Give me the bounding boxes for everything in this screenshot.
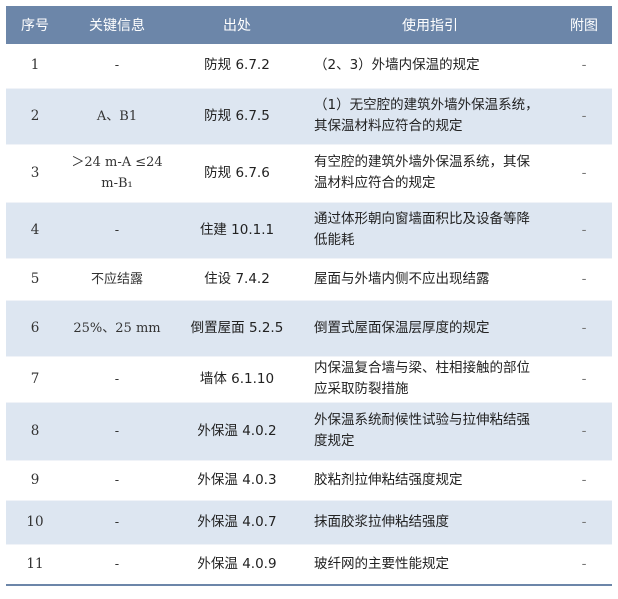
cell-key-info: 不应结露	[64, 258, 170, 300]
header-source: 出处	[170, 6, 304, 44]
cell-usage: （2、3）外墙内保温的规定	[304, 44, 556, 88]
cell-key-info: -	[64, 460, 170, 500]
cell-key-info: 25%、25 mm	[64, 300, 170, 356]
table-row: 3 ＞24 m-A ≤24 m-B₁ 防规 6.7.6 有空腔的建筑外墙外保温系统，其…	[6, 144, 612, 202]
cell-source: 倒置屋面 5.2.5	[170, 300, 304, 356]
cell-figure: -	[556, 356, 612, 402]
cell-index: 2	[6, 88, 64, 144]
cell-key-info: -	[64, 402, 170, 460]
cell-key-info: -	[64, 44, 170, 88]
cell-source: 墙体 6.1.10	[170, 356, 304, 402]
header-figure: 附图	[556, 6, 612, 44]
header-usage: 使用指引	[304, 6, 556, 44]
cell-usage: 外保温系统耐候性试验与拉伸粘结强度规定	[304, 402, 556, 460]
cell-source: 防规 6.7.2	[170, 44, 304, 88]
cell-source: 住建 10.1.1	[170, 202, 304, 258]
cell-key-info: -	[64, 544, 170, 585]
table-row: 6 25%、25 mm 倒置屋面 5.2.5 倒置式屋面保温层厚度的规定 -	[6, 300, 612, 356]
cell-key-info: -	[64, 202, 170, 258]
cell-figure: -	[556, 402, 612, 460]
cell-usage: 胶粘剂拉伸粘结强度规定	[304, 460, 556, 500]
cell-usage: 有空腔的建筑外墙外保温系统，其保温材料应符合的规定	[304, 144, 556, 202]
cell-key-info: -	[64, 500, 170, 544]
cell-source: 住设 7.4.2	[170, 258, 304, 300]
cell-index: 7	[6, 356, 64, 402]
cell-usage: 屋面与外墙内侧不应出现结露	[304, 258, 556, 300]
cell-index: 11	[6, 544, 64, 585]
cell-key-info: A、B1	[64, 88, 170, 144]
cell-usage: （1）无空腔的建筑外墙外保温系统，其保温材料应符合的规定	[304, 88, 556, 144]
cell-source: 外保温 4.0.3	[170, 460, 304, 500]
cell-index: 3	[6, 144, 64, 202]
table-row: 8- 外保温 4.0.2 外保温系统耐候性试验与拉伸粘结强度规定 -	[6, 402, 612, 460]
cell-usage: 抹面胶浆拉伸粘结强度	[304, 500, 556, 544]
cell-source: 外保温 4.0.7	[170, 500, 304, 544]
standards-table: 序号 关键信息 出处 使用指引 附图 1- 防规 6.7.2 （2、3）外墙内保温的…	[6, 6, 612, 586]
cell-index: 10	[6, 500, 64, 544]
cell-figure: -	[556, 500, 612, 544]
cell-key-info: ＞24 m-A ≤24 m-B₁	[64, 144, 170, 202]
cell-index: 5	[6, 258, 64, 300]
table-row: 10- 外保温 4.0.7 抹面胶浆拉伸粘结强度 -	[6, 500, 612, 544]
cell-source: 防规 6.7.5	[170, 88, 304, 144]
header-key-info: 关键信息	[64, 6, 170, 44]
header-index: 序号	[6, 6, 64, 44]
table-row: 4- 住建 10.1.1 通过体形朝向窗墙面积比及设备等降低能耗 -	[6, 202, 612, 258]
table-container: 序号 关键信息 出处 使用指引 附图 1- 防规 6.7.2 （2、3）外墙内保温的…	[6, 6, 612, 586]
table-body: 1- 防规 6.7.2 （2、3）外墙内保温的规定 - 2 A、B1 防规 6.7.5 （1…	[6, 44, 612, 585]
cell-figure: -	[556, 88, 612, 144]
cell-index: 4	[6, 202, 64, 258]
cell-source: 防规 6.7.6	[170, 144, 304, 202]
cell-figure: -	[556, 202, 612, 258]
cell-index: 6	[6, 300, 64, 356]
cell-key-info: -	[64, 356, 170, 402]
cell-source: 外保温 4.0.2	[170, 402, 304, 460]
cell-figure: -	[556, 544, 612, 585]
cell-index: 1	[6, 44, 64, 88]
header-row: 序号 关键信息 出处 使用指引 附图	[6, 6, 612, 44]
cell-figure: -	[556, 300, 612, 356]
cell-figure: -	[556, 44, 612, 88]
cell-index: 8	[6, 402, 64, 460]
table-row: 1- 防规 6.7.2 （2、3）外墙内保温的规定 -	[6, 44, 612, 88]
cell-usage: 通过体形朝向窗墙面积比及设备等降低能耗	[304, 202, 556, 258]
table-row: 11- 外保温 4.0.9 玻纤网的主要性能规定 -	[6, 544, 612, 585]
cell-usage: 玻纤网的主要性能规定	[304, 544, 556, 585]
table-row: 2 A、B1 防规 6.7.5 （1）无空腔的建筑外墙外保温系统，其保温材料应符合的规…	[6, 88, 612, 144]
cell-source: 外保温 4.0.9	[170, 544, 304, 585]
cell-figure: -	[556, 258, 612, 300]
cell-usage: 内保温复合墙与梁、柱相接触的部位应采取防裂措施	[304, 356, 556, 402]
table-row: 5 不应结露 住设 7.4.2 屋面与外墙内侧不应出现结露 -	[6, 258, 612, 300]
cell-figure: -	[556, 460, 612, 500]
cell-usage: 倒置式屋面保温层厚度的规定	[304, 300, 556, 356]
table-row: 9- 外保温 4.0.3 胶粘剂拉伸粘结强度规定 -	[6, 460, 612, 500]
table-row: 7- 墙体 6.1.10 内保温复合墙与梁、柱相接触的部位应采取防裂措施 -	[6, 356, 612, 402]
cell-index: 9	[6, 460, 64, 500]
cell-figure: -	[556, 144, 612, 202]
